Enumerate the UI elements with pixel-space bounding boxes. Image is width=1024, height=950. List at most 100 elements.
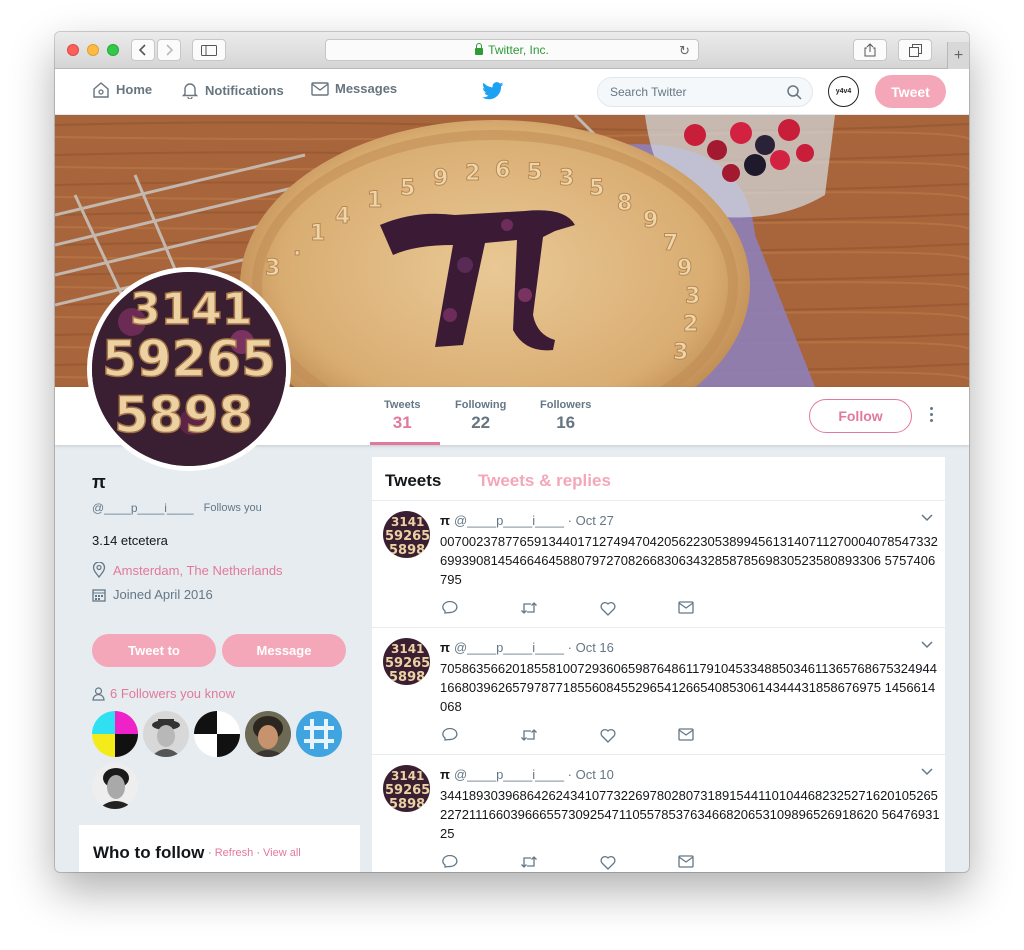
svg-text:9: 9 xyxy=(643,208,658,233)
search-input[interactable]: Search Twitter xyxy=(597,77,813,107)
timeline-tabs: Tweets Tweets & replies xyxy=(372,457,945,501)
tweet-author-name[interactable]: π xyxy=(440,767,450,782)
followers-you-know-link[interactable]: 6 Followers you know xyxy=(92,686,235,701)
forward-button[interactable] xyxy=(157,39,181,61)
location-link[interactable]: Amsterdam, The Netherlands xyxy=(113,563,283,578)
profile-avatar[interactable]: 3141 59265 5898 xyxy=(87,267,291,471)
tweet-avatar[interactable]: 3141 59265 5898 xyxy=(383,638,430,685)
follower-avatar[interactable] xyxy=(92,763,138,809)
user-avatar[interactable]: y4v4 xyxy=(828,76,859,107)
stat-followers[interactable]: Followers 16 xyxy=(540,399,591,433)
chevron-down-icon[interactable] xyxy=(921,768,933,776)
follows-you-badge: Follows you xyxy=(203,502,262,514)
tweet-author-name[interactable]: π xyxy=(440,640,450,655)
tweet-avatar[interactable]: 3141 59265 5898 xyxy=(383,765,430,812)
tweet-author-handle[interactable]: @____p____i____ xyxy=(454,513,564,528)
tabs-icon xyxy=(908,43,922,57)
back-button[interactable] xyxy=(131,39,155,61)
reload-icon[interactable]: ↻ xyxy=(679,43,690,59)
zoom-window-button[interactable] xyxy=(107,44,119,56)
like-icon[interactable] xyxy=(600,601,616,621)
tweet-avatar[interactable]: 3141 59265 5898 xyxy=(383,511,430,558)
tweet-author-handle[interactable]: @____p____i____ xyxy=(454,640,564,655)
nav-home[interactable]: Home xyxy=(92,81,152,98)
joined-date: Joined April 2016 xyxy=(113,587,213,602)
minimize-window-button[interactable] xyxy=(87,44,99,56)
compose-tweet-button[interactable]: Tweet xyxy=(875,75,946,108)
nav-messages[interactable]: Messages xyxy=(311,81,397,96)
stat-tweets[interactable]: Tweets 31 xyxy=(384,399,420,433)
home-icon xyxy=(93,82,109,98)
follower-avatar[interactable] xyxy=(92,711,138,757)
nav-home-label: Home xyxy=(116,82,153,97)
profile-name: π xyxy=(92,472,106,492)
reply-icon[interactable] xyxy=(442,600,458,621)
tweet-author-name[interactable]: π xyxy=(440,513,450,528)
tweet-date[interactable]: · Oct 27 xyxy=(568,513,614,528)
tweet[interactable]: 3141 59265 5898 π @____p____i____ · Oct 10 … xyxy=(372,755,945,872)
tweet-to-button[interactable]: Tweet to xyxy=(92,634,216,667)
follower-avatar[interactable] xyxy=(194,711,240,757)
svg-text:5898: 5898 xyxy=(114,386,253,444)
followers-you-know-label: 6 Followers you know xyxy=(110,686,235,701)
search-icon[interactable] xyxy=(787,85,802,100)
chevron-down-icon[interactable] xyxy=(921,514,933,522)
profile-bio: 3.14 etcetera xyxy=(92,533,168,548)
stat-following-value: 22 xyxy=(471,413,491,432)
message-button[interactable]: Message xyxy=(222,634,346,667)
profile-handle[interactable]: @____p____i____ xyxy=(92,501,194,515)
stat-following[interactable]: Following 22 xyxy=(455,399,506,433)
handle-row: @____p____i____ Follows you xyxy=(92,501,352,515)
tweet-author-handle[interactable]: @____p____i____ xyxy=(454,767,564,782)
tweet-date[interactable]: · Oct 10 xyxy=(568,767,614,782)
svg-text:59265: 59265 xyxy=(385,656,430,671)
direct-message-icon[interactable] xyxy=(678,601,694,621)
nav-notifications[interactable]: Notifications xyxy=(181,81,284,99)
svg-text:3: 3 xyxy=(673,340,688,365)
reply-icon[interactable] xyxy=(442,854,458,872)
svg-text:59265: 59265 xyxy=(385,529,430,544)
follow-button[interactable]: Follow xyxy=(809,399,912,433)
follower-avatar[interactable] xyxy=(143,711,189,757)
location-pin-icon xyxy=(92,562,106,578)
follower-avatar[interactable] xyxy=(245,711,291,757)
direct-message-icon[interactable] xyxy=(678,855,694,872)
direct-message-icon[interactable] xyxy=(678,728,694,748)
calendar-icon xyxy=(92,588,106,602)
twitter-bird-icon[interactable] xyxy=(482,82,504,100)
share-button[interactable] xyxy=(853,39,887,61)
address-bar[interactable]: Twitter, Inc. ↻ xyxy=(325,39,699,61)
reply-icon[interactable] xyxy=(442,727,458,748)
svg-text:7: 7 xyxy=(663,231,678,256)
chevron-down-icon[interactable] xyxy=(921,641,933,649)
svg-text:.: . xyxy=(293,236,301,261)
tabs-button[interactable] xyxy=(898,39,932,61)
svg-text:3141: 3141 xyxy=(130,284,252,335)
browser-toolbar: Twitter, Inc. ↻ + xyxy=(55,32,969,69)
tweet-text: 3441893039686426243410773226978028073189… xyxy=(440,788,940,841)
nav-messages-label: Messages xyxy=(335,81,398,96)
who-to-follow-links: · Refresh · View all xyxy=(208,847,301,859)
tweet[interactable]: 3141 59265 5898 π @____p____i____ · Oct 16 … xyxy=(372,628,945,755)
who-to-follow-title: Who to follow xyxy=(93,843,205,862)
like-icon[interactable] xyxy=(600,855,616,872)
tweet[interactable]: 3141 59265 5898 π @____p____i____ · Oct 27 … xyxy=(372,501,945,628)
view-all-link[interactable]: View all xyxy=(263,847,301,859)
retweet-icon[interactable] xyxy=(520,855,538,872)
like-icon[interactable] xyxy=(600,728,616,748)
more-options-icon[interactable] xyxy=(928,407,934,422)
close-window-button[interactable] xyxy=(67,44,79,56)
tab-tweets-replies[interactable]: Tweets & replies xyxy=(478,471,611,491)
retweet-icon[interactable] xyxy=(520,601,538,621)
retweet-icon[interactable] xyxy=(520,728,538,748)
new-tab-button[interactable]: + xyxy=(947,42,969,69)
refresh-link[interactable]: Refresh xyxy=(215,847,254,859)
sidebar-toggle-button[interactable] xyxy=(192,39,226,61)
follower-avatar[interactable] xyxy=(296,711,342,757)
pie-avatar-image: 3141 59265 5898 xyxy=(92,272,286,466)
stat-followers-label: Followers xyxy=(540,399,592,411)
chevron-left-icon xyxy=(139,44,146,56)
tab-tweets[interactable]: Tweets xyxy=(385,471,441,491)
svg-text:5: 5 xyxy=(589,176,604,201)
tweet-date[interactable]: · Oct 16 xyxy=(568,640,614,655)
